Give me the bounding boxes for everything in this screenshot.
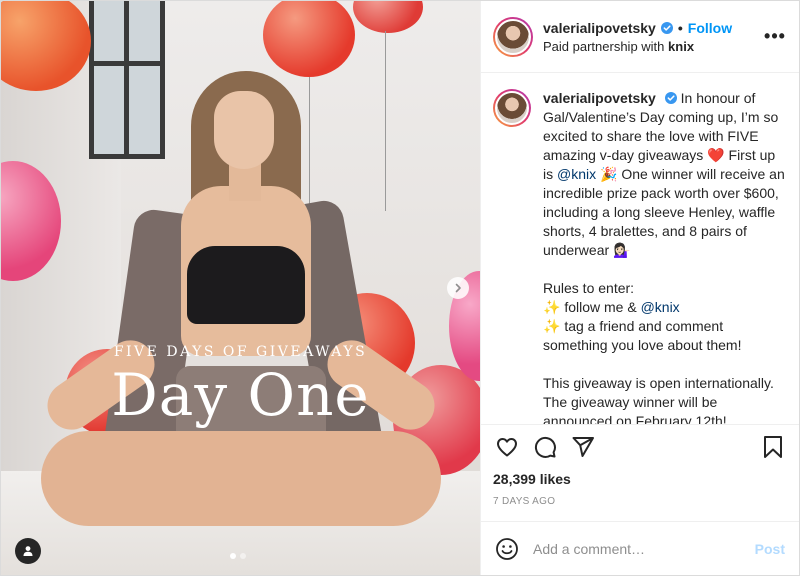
carousel-dot-active xyxy=(230,553,236,559)
crossed-legs xyxy=(41,431,441,526)
mention-link[interactable]: @knix xyxy=(557,166,596,182)
overlay-title: Day One xyxy=(111,361,370,429)
tagged-users-button[interactable] xyxy=(15,538,41,564)
paid-partnership-prefix: Paid partnership with xyxy=(543,38,665,54)
balloon xyxy=(263,1,355,77)
separator-dot: • xyxy=(677,19,683,36)
verified-badge-icon xyxy=(660,21,673,34)
carousel-next-button[interactable] xyxy=(447,277,469,299)
comment-input[interactable] xyxy=(533,540,755,557)
instagram-post: FIVE DAYS OF GIVEAWAYS Day One valeriali… xyxy=(0,0,800,576)
post-actions: 28,399 likes 7 DAYS AGO xyxy=(481,424,799,521)
user-line: valerialipovetsky • Follow xyxy=(543,20,763,36)
verified-badge-icon xyxy=(664,92,677,104)
chevron-right-icon xyxy=(455,283,461,293)
avatar-photo xyxy=(495,18,531,55)
emoji-icon[interactable] xyxy=(495,537,519,561)
balloon xyxy=(353,1,423,33)
username-link[interactable]: valerialipovetsky xyxy=(543,20,656,36)
mention-link[interactable]: @knix xyxy=(641,299,680,315)
post-timestamp[interactable]: 7 DAYS AGO xyxy=(493,496,787,507)
rule-item: ✨ tag a friend and comment something you… xyxy=(543,318,742,353)
save-button[interactable] xyxy=(759,433,787,461)
post-header: valerialipovetsky • Follow Paid partners… xyxy=(481,1,799,73)
balloon-string xyxy=(385,31,386,211)
like-button[interactable] xyxy=(493,433,521,461)
avatar[interactable] xyxy=(493,16,533,57)
add-comment-bar: Post xyxy=(481,521,799,575)
share-button[interactable] xyxy=(569,433,597,461)
window xyxy=(89,1,165,159)
heart-icon xyxy=(497,438,517,457)
likes-count[interactable]: 28,399 likes xyxy=(493,471,787,487)
partner-link[interactable]: knix xyxy=(668,39,694,54)
face xyxy=(214,91,274,169)
rule-item: ✨ follow me & xyxy=(543,299,641,315)
carousel-dot xyxy=(240,553,246,559)
more-options-button[interactable]: ••• xyxy=(763,26,787,47)
caption: valerialipovetsky In honour of Gal/Valen… xyxy=(493,89,787,424)
overlay-subtitle: FIVE DAYS OF GIVEAWAYS xyxy=(113,344,368,360)
caption-username-link[interactable]: valerialipovetsky xyxy=(543,90,656,106)
comment-button[interactable] xyxy=(531,433,559,461)
caption-text: valerialipovetsky In honour of Gal/Valen… xyxy=(543,89,787,424)
heart-emoji: ❤️ xyxy=(707,147,725,163)
comments-section[interactable]: valerialipovetsky In honour of Gal/Valen… xyxy=(481,73,799,424)
rules-title: Rules to enter: xyxy=(543,280,635,296)
caption-paragraph: This giveaway is open internationally. T… xyxy=(543,375,774,424)
paid-partnership-label: Paid partnership with knix xyxy=(543,39,763,54)
user-icon xyxy=(23,546,33,556)
comment-icon xyxy=(534,436,556,458)
post-comment-button[interactable]: Post xyxy=(755,541,785,557)
follow-button[interactable]: Follow xyxy=(688,20,732,36)
balloon-string xyxy=(309,77,310,217)
action-icons xyxy=(493,425,787,469)
caption-paragraph: valerialipovetsky In honour of Gal/Valen… xyxy=(543,89,787,260)
bookmark-icon xyxy=(764,436,782,458)
header-text: valerialipovetsky • Follow Paid partners… xyxy=(543,20,763,54)
post-sidebar: valerialipovetsky • Follow Paid partners… xyxy=(480,1,799,575)
share-icon xyxy=(572,437,594,457)
bralette xyxy=(187,246,305,324)
post-media[interactable]: FIVE DAYS OF GIVEAWAYS Day One xyxy=(1,1,480,575)
caption-avatar[interactable] xyxy=(493,89,531,127)
carousel-indicator xyxy=(230,553,246,559)
avatar-photo xyxy=(495,91,529,125)
rules-paragraph: Rules to enter: ✨ follow me & @knix ✨ ta… xyxy=(543,279,787,355)
